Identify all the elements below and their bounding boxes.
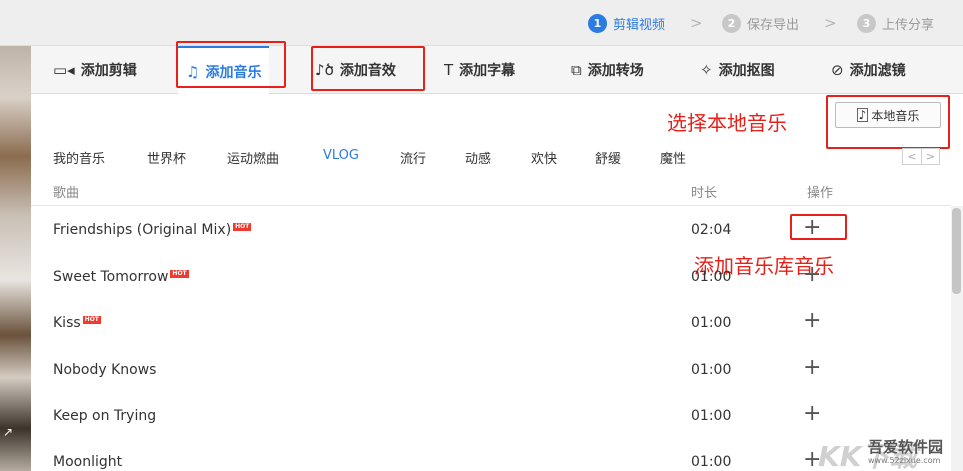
tab-add-transition[interactable]: ⧉ 添加转场 <box>571 46 644 94</box>
hot-badge: HOT <box>170 270 189 278</box>
watermark-url: www.52zixue.com <box>868 456 941 465</box>
header-action: 操作 <box>807 186 834 201</box>
song-title: Nobody Knows <box>53 362 157 378</box>
category-pop[interactable]: 流行 <box>400 148 426 167</box>
step-upload-share[interactable]: 3 上传分享 <box>857 12 934 34</box>
table-row[interactable]: Kiss HOT 01:00 + <box>31 301 951 347</box>
song-title: Kiss HOT <box>53 315 101 331</box>
step-arrow-icon: > <box>690 14 703 32</box>
hot-badge: HOT <box>82 316 101 324</box>
annotation-select-local: 选择本地音乐 <box>667 111 787 135</box>
step-progress-bar: 1 剪辑视频 > 2 保存导出 > 3 上传分享 <box>0 0 963 46</box>
song-duration: 02:04 <box>691 222 732 238</box>
song-duration: 01:00 <box>691 454 732 470</box>
header-duration: 时长 <box>691 186 718 201</box>
filter-icon: ⊘ <box>831 61 844 79</box>
song-duration: 01:00 <box>691 362 732 378</box>
song-duration: 01:00 <box>691 315 732 331</box>
highlight-music-tab <box>176 41 286 88</box>
category-magic[interactable]: 魔性 <box>660 148 686 167</box>
step-save-export[interactable]: 2 保存导出 <box>722 12 799 34</box>
step-label: 上传分享 <box>882 17 935 33</box>
song-title: Keep on Trying <box>53 408 157 424</box>
song-duration: 01:00 <box>691 408 732 424</box>
category-my-music[interactable]: 我的音乐 <box>53 148 105 167</box>
tab-label: 添加剪辑 <box>80 63 137 79</box>
song-title: Friendships (Original Mix) HOT <box>53 222 252 238</box>
tool-tab-bar: ▭◂ 添加剪辑 ♫ 添加音乐 ♪ծ 添加音效 T 添加字幕 ⧉ 添加转场 ✧ 添… <box>31 46 963 95</box>
watermark-name: 吾爱软件园 <box>868 438 944 456</box>
tab-label: 添加滤镜 <box>849 63 906 79</box>
expand-arrow-icon[interactable]: ↗ <box>3 425 13 439</box>
tab-add-filter[interactable]: ⊘ 添加滤镜 <box>831 46 906 94</box>
category-soothing[interactable]: 舒缓 <box>595 148 621 167</box>
scrollbar-thumb[interactable] <box>952 208 961 294</box>
song-duration: 01:00 <box>691 269 732 285</box>
step-number: 1 <box>588 13 607 33</box>
header-song: 歌曲 <box>53 186 80 201</box>
step-arrow-icon: > <box>824 14 837 32</box>
tab-add-cutout[interactable]: ✧ 添加抠图 <box>700 46 775 94</box>
tab-add-subtitle[interactable]: T 添加字幕 <box>444 46 515 94</box>
cutout-icon: ✧ <box>700 61 713 79</box>
category-sports[interactable]: 运动燃曲 <box>227 148 279 167</box>
category-pager: < > <box>902 148 940 165</box>
song-title: Sweet Tomorrow HOT <box>53 269 189 285</box>
text-icon: T <box>444 61 454 79</box>
category-cheerful[interactable]: 欢快 <box>531 148 557 167</box>
step-label: 保存导出 <box>747 17 800 33</box>
category-dynamic[interactable]: 动感 <box>465 148 491 167</box>
category-world-cup[interactable]: 世界杯 <box>147 148 186 167</box>
tab-label: 添加抠图 <box>718 63 775 79</box>
step-label: 剪辑视频 <box>613 17 666 33</box>
table-row[interactable]: Moonlight 01:00 + <box>31 440 951 471</box>
video-camera-icon: ▭◂ <box>53 61 75 79</box>
tab-label: 添加转场 <box>587 63 644 79</box>
tab-add-clip[interactable]: ▭◂ 添加剪辑 <box>53 46 137 94</box>
song-title-text: Kiss <box>53 315 81 331</box>
local-music-button[interactable]: ♪ 本地音乐 <box>835 102 941 128</box>
highlight-sound-effect-tab <box>311 46 425 91</box>
add-song-button[interactable]: + <box>803 263 821 287</box>
table-row[interactable]: Keep on Trying 01:00 + <box>31 394 951 440</box>
add-song-button[interactable]: + <box>803 309 821 333</box>
transition-icon: ⧉ <box>571 61 582 79</box>
add-song-button[interactable]: + <box>803 402 821 426</box>
step-number: 3 <box>857 13 876 33</box>
song-title-text: Friendships (Original Mix) <box>53 222 232 238</box>
local-music-label: 本地音乐 <box>871 108 920 123</box>
song-title-text: Sweet Tomorrow <box>53 269 169 285</box>
category-vlog[interactable]: VLOG <box>323 148 359 163</box>
prev-page-button[interactable]: < <box>903 149 921 164</box>
next-page-button[interactable]: > <box>921 149 939 164</box>
step-number: 2 <box>722 13 741 33</box>
table-row[interactable]: Nobody Knows 01:00 + <box>31 348 951 394</box>
table-row[interactable]: Friendships (Original Mix) HOT 02:04 + <box>31 208 951 254</box>
step-edit-video[interactable]: 1 剪辑视频 <box>588 12 665 34</box>
add-song-button[interactable]: + <box>803 216 821 240</box>
hot-badge: HOT <box>233 223 252 231</box>
tab-label: 添加字幕 <box>459 63 516 79</box>
add-song-button[interactable]: + <box>803 356 821 380</box>
song-table-header: 歌曲 时长 操作 <box>31 176 951 206</box>
music-file-icon: ♪ <box>856 108 869 122</box>
video-preview-thumbnail <box>0 46 31 471</box>
song-title: Moonlight <box>53 454 123 470</box>
table-row[interactable]: Sweet Tomorrow HOT 01:00 + <box>31 255 951 301</box>
